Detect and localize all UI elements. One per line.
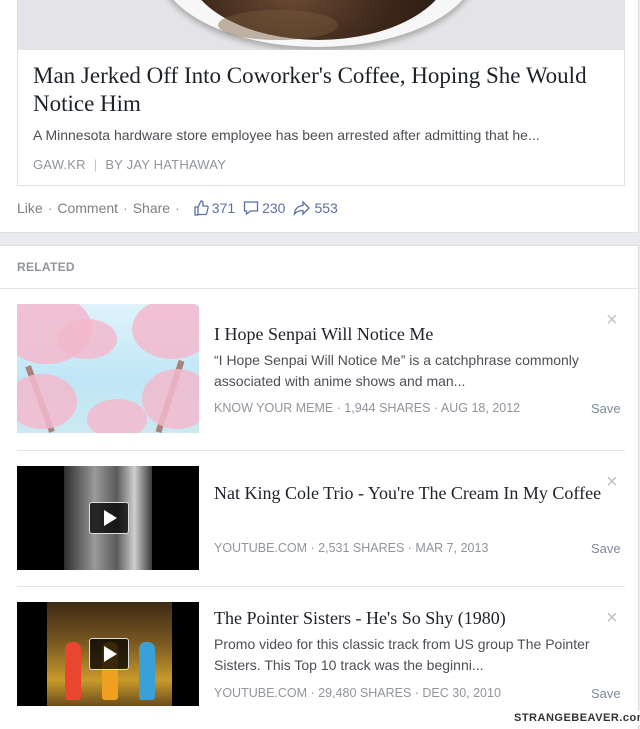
shares-count[interactable]: 553 [293, 200, 338, 216]
close-icon[interactable]: × [606, 608, 618, 628]
coffee-foam [218, 10, 338, 40]
close-icon[interactable]: × [606, 472, 618, 492]
related-heading: RELATED [17, 260, 75, 274]
related-description: “I Hope Senpai Will Notice Me” is a catc… [214, 352, 579, 389]
meta-separator: | [93, 157, 98, 172]
article-headline[interactable]: Man Jerked Off Into Coworker's Coffee, H… [33, 62, 613, 118]
article-meta: GAW.KR | BY JAY HATHAWAY [33, 157, 226, 172]
related-thumbnail[interactable] [17, 466, 199, 570]
save-button[interactable]: Save [591, 686, 621, 701]
article-author: BY JAY HATHAWAY [105, 157, 227, 172]
related-title[interactable]: I Hope Senpai Will Notice Me [214, 321, 604, 347]
save-button[interactable]: Save [591, 541, 621, 556]
related-title[interactable]: The Pointer Sisters - He's So Shy (1980) [214, 605, 604, 631]
article-image[interactable] [18, 0, 624, 50]
likes-number: 371 [211, 200, 236, 216]
related-card: RELATED I Hope Senpai Will Notice Me “I … [0, 245, 639, 729]
comment-link[interactable]: Comment [57, 200, 118, 216]
post-card: Man Jerked Off Into Coworker's Coffee, H… [0, 0, 639, 233]
link-attachment[interactable]: Man Jerked Off Into Coworker's Coffee, H… [17, 0, 625, 186]
post-actions: Like · Comment · Share · 371 230 553 [17, 200, 338, 216]
shares-number: 553 [314, 200, 338, 216]
play-icon[interactable] [89, 638, 129, 670]
save-button[interactable]: Save [591, 401, 621, 416]
comments-number: 230 [262, 200, 286, 216]
blossom [132, 304, 199, 359]
action-dot: · [175, 200, 180, 216]
divider [0, 288, 638, 289]
close-icon[interactable]: × [606, 310, 618, 330]
related-description: Promo video for this classic track from … [214, 636, 590, 673]
figure [139, 642, 155, 700]
share-arrow-icon [294, 200, 311, 216]
article-description: A Minnesota hardware store employee has … [33, 127, 540, 143]
comments-count[interactable]: 230 [243, 200, 285, 216]
like-link[interactable]: Like [17, 200, 43, 216]
blossom [17, 374, 77, 429]
comment-icon [243, 201, 259, 216]
divider [17, 586, 625, 587]
blossom [87, 399, 147, 433]
likes-count[interactable]: 371 [193, 200, 235, 216]
divider [17, 450, 625, 451]
related-thumbnail[interactable] [17, 304, 199, 433]
article-source[interactable]: GAW.KR [33, 157, 86, 172]
blossom [142, 369, 199, 429]
related-title[interactable]: Nat King Cole Trio - You're The Cream In… [214, 480, 604, 506]
action-dot: · [47, 200, 53, 216]
related-meta: YOUTUBE.COM · 29,480 SHARES · DEC 30, 20… [214, 686, 501, 700]
action-dot: · [123, 200, 128, 216]
related-thumbnail[interactable] [17, 602, 199, 706]
play-icon[interactable] [89, 502, 129, 534]
related-meta: YOUTUBE.COM · 2,531 SHARES · MAR 7, 2013 [214, 541, 489, 555]
figure [65, 642, 81, 700]
related-meta: KNOW YOUR MEME · 1,944 SHARES · AUG 18, … [214, 401, 521, 415]
thumbs-up-icon [194, 200, 209, 216]
watermark: STRANGEBEAVER.com [511, 711, 640, 725]
share-link[interactable]: Share [133, 200, 170, 216]
blossom [57, 319, 117, 359]
